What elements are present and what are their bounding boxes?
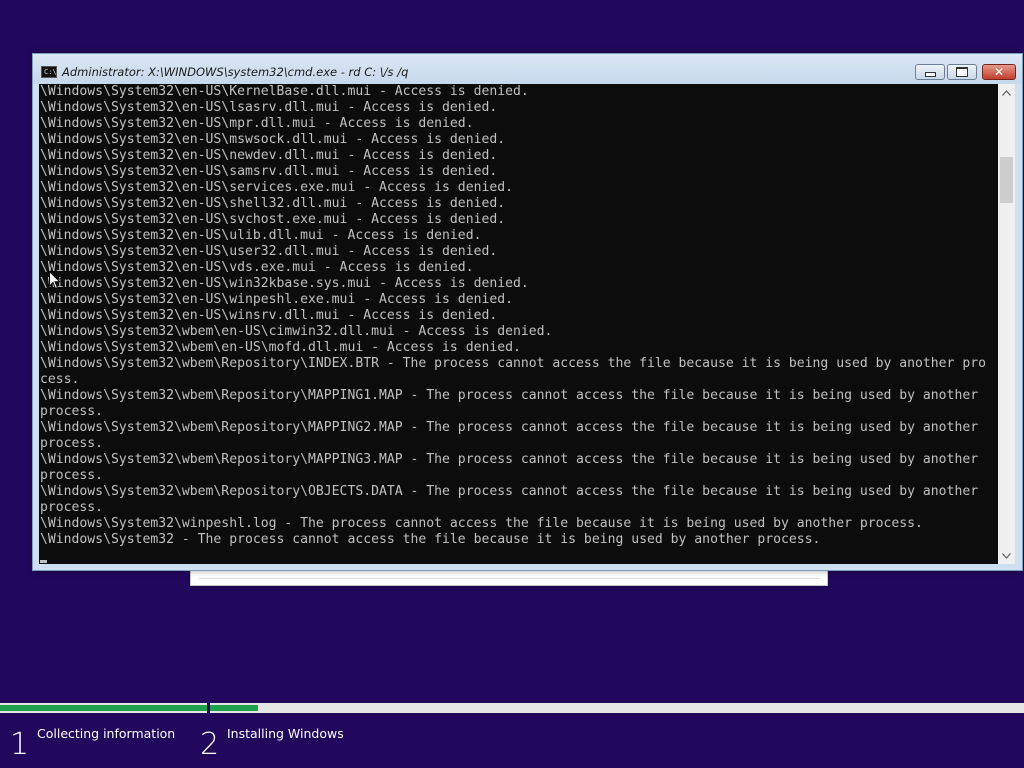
cmd-app-icon[interactable]: C:\ [41, 66, 57, 78]
step-label: Installing Windows [227, 726, 344, 741]
progress-fill-collecting [0, 705, 207, 711]
cmd-window[interactable]: C:\ Administrator: X:\WINDOWS\system32\c… [32, 53, 1023, 571]
chevron-down-icon [1002, 552, 1011, 559]
maximize-button[interactable] [947, 64, 977, 80]
console-line: \Windows\System32\en-US\svchost.exe.mui … [40, 212, 506, 227]
step-number: 2 [200, 727, 220, 762]
progress-segment-installing [210, 703, 1024, 713]
minimize-icon [924, 72, 936, 77]
console-line: \Windows\System32\en-US\services.exe.mui… [40, 180, 513, 195]
minimize-button[interactable] [915, 64, 945, 80]
console-line: \Windows\System32\wbem\Repository\INDEX.… [40, 356, 986, 371]
chevron-up-icon [1002, 89, 1011, 96]
title-bar[interactable]: C:\ Administrator: X:\WINDOWS\system32\c… [33, 54, 1022, 84]
scroll-down-button[interactable] [998, 547, 1015, 564]
progress-fill-installing [210, 705, 258, 711]
console-line: \Windows\System32\en-US\shell32.dll.mui … [40, 196, 506, 211]
progress-segment-collecting [0, 703, 207, 713]
setup-dialog-divider [199, 578, 819, 579]
console-line: \Windows\System32\en-US\winpeshl.exe.mui… [40, 292, 513, 307]
console-line: \Windows\System32\en-US\winsrv.dll.mui -… [40, 308, 498, 323]
console-line: \Windows\System32\wbem\Repository\MAPPIN… [40, 452, 979, 467]
console-line: \Windows\System32\en-US\KernelBase.dll.m… [40, 84, 529, 99]
console-line: process. [40, 436, 104, 451]
window-title: Administrator: X:\WINDOWS\system32\cmd.e… [62, 65, 409, 79]
console-line: \Windows\System32\en-US\ulib.dll.mui - A… [40, 228, 482, 243]
step-number: 1 [10, 727, 30, 762]
console-line: process. [40, 404, 104, 419]
console-line: \Windows\System32 - The process cannot a… [40, 532, 821, 547]
restore-icon [956, 67, 968, 77]
console-line: \Windows\System32\winpeshl.log - The pro… [40, 516, 923, 531]
console-line: \Windows\System32\wbem\Repository\MAPPIN… [40, 388, 979, 403]
scroll-up-button[interactable] [998, 84, 1015, 101]
console-line: \Windows\System32\wbem\en-US\mofd.dll.mu… [40, 340, 521, 355]
console-line: \Windows\System32\wbem\en-US\cimwin32.dl… [40, 324, 553, 339]
close-icon: ✕ [993, 65, 1005, 79]
console-output[interactable]: \Windows\System32\en-US\KernelBase.dll.m… [39, 84, 998, 564]
console-line: \Windows\System32\en-US\newdev.dll.mui -… [40, 148, 498, 163]
setup-progress-bar [0, 703, 1024, 713]
console-line: \Windows\System32\en-US\vds.exe.mui - Ac… [40, 260, 474, 275]
console-line: process. [40, 468, 104, 483]
console-line: \Windows\System32\en-US\win32kbase.sys.m… [40, 276, 529, 291]
close-button[interactable]: ✕ [982, 64, 1016, 80]
vertical-scrollbar[interactable] [998, 84, 1015, 564]
console-lines: \Windows\System32\en-US\KernelBase.dll.m… [40, 84, 986, 548]
desktop: C:\ Administrator: X:\WINDOWS\system32\c… [0, 0, 1024, 768]
step-label: Collecting information [37, 726, 176, 741]
console-line: cess. [40, 372, 80, 387]
console-line: \Windows\System32\en-US\mswsock.dll.mui … [40, 132, 506, 147]
console-line: process. [40, 500, 104, 515]
scroll-thumb[interactable] [1000, 157, 1013, 203]
text-cursor [40, 560, 47, 563]
console-line: \Windows\System32\en-US\mpr.dll.mui - Ac… [40, 116, 474, 131]
console-line: \Windows\System32\en-US\user32.dll.mui -… [40, 244, 498, 259]
cmd-app-icon-label: C:\ [44, 68, 57, 76]
console-line: \Windows\System32\en-US\samsrv.dll.mui -… [40, 164, 498, 179]
console-line: \Windows\System32\wbem\Repository\MAPPIN… [40, 420, 979, 435]
console-line: \Windows\System32\wbem\Repository\OBJECT… [40, 484, 979, 499]
console-line: \Windows\System32\en-US\lsasrv.dll.mui -… [40, 100, 498, 115]
